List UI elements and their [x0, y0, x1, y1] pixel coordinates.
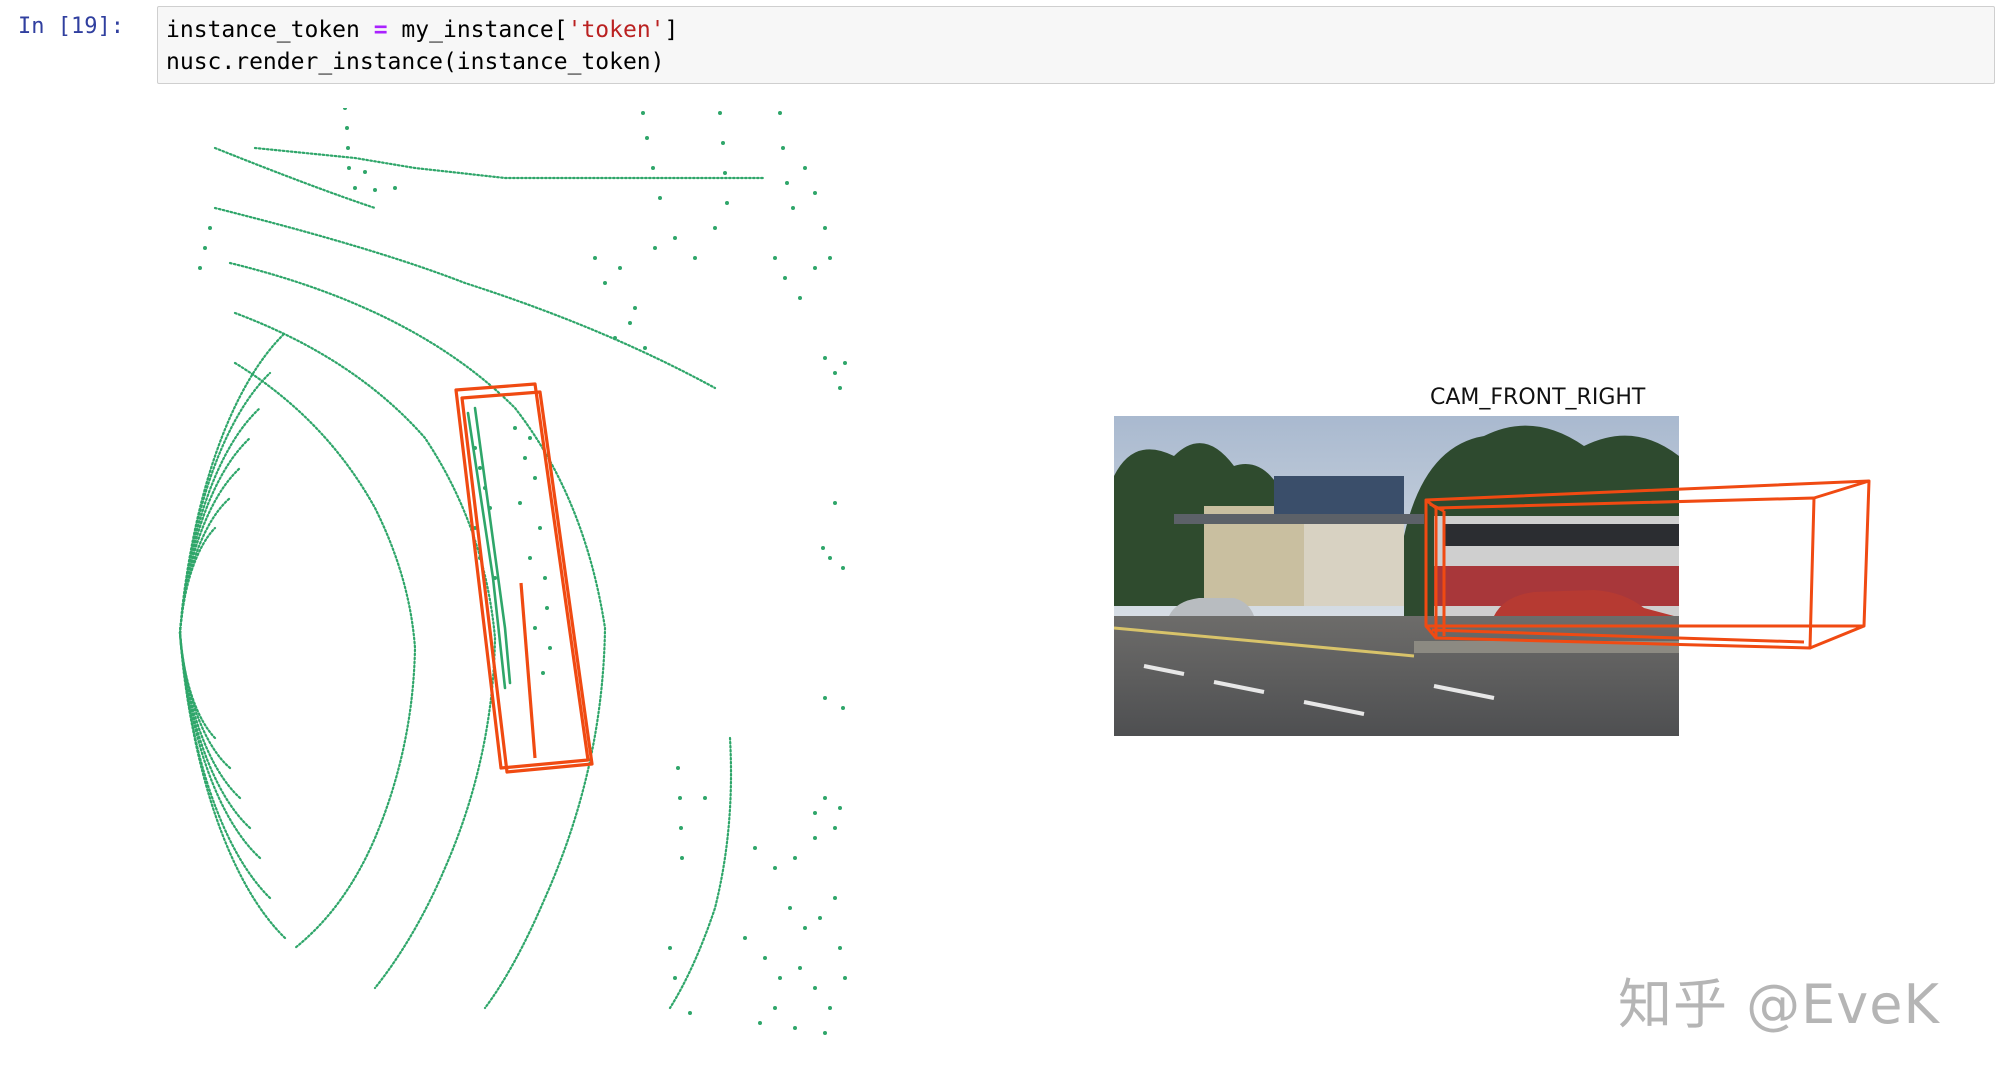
- code-line-1[interactable]: instance_token = my_instance['token']: [166, 17, 678, 43]
- building-mid: [1304, 516, 1404, 606]
- code-operator: =: [373, 17, 388, 43]
- code-bracket: ]: [664, 17, 679, 43]
- lidar-bev-plot: [178, 108, 847, 1035]
- bus-windows: [1444, 524, 1679, 546]
- code-line-2[interactable]: nusc.render_instance(instance_token): [166, 49, 665, 75]
- bounding-box-bev: [454, 382, 594, 774]
- lidar-scatter: [198, 108, 847, 1035]
- building-blue: [1274, 476, 1404, 516]
- input-prompt: In [19]:: [18, 14, 124, 39]
- code-string: 'token': [567, 17, 665, 43]
- code-var: instance_token: [166, 17, 374, 43]
- code-editor[interactable]: instance_token = my_instance['token'] nu…: [157, 6, 1995, 84]
- camera-image: [1113, 416, 1871, 736]
- overpass: [1174, 514, 1424, 524]
- camera-title: CAM_FRONT_RIGHT: [1430, 385, 1646, 410]
- watermark: 知乎 @EveK: [1618, 973, 1940, 1036]
- code-call: my_instance[: [387, 17, 568, 43]
- lidar-rings: [178, 146, 767, 1010]
